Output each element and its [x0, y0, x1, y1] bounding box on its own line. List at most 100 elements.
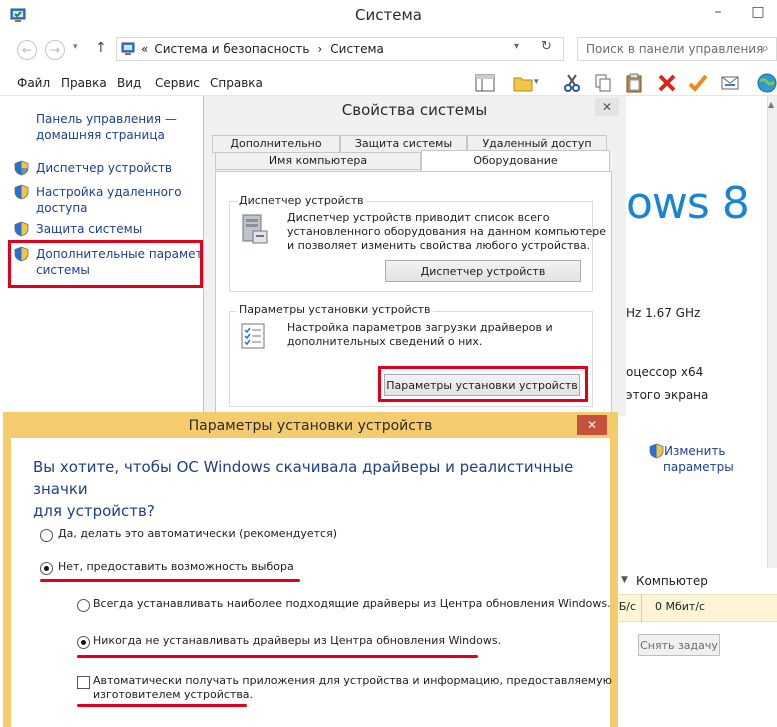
- home-link[interactable]: Панель управления — домашняя страница: [36, 111, 177, 143]
- change-settings-line1: Изменить: [664, 444, 726, 458]
- end-task-button[interactable]: Снять задачу: [638, 634, 720, 656]
- forward-button[interactable]: →: [45, 40, 65, 60]
- breadcrumb-security[interactable]: Система и безопасность: [154, 42, 309, 56]
- link-remote-line2: доступа: [36, 201, 88, 215]
- display-info: этого экрана: [626, 388, 709, 402]
- arrow-up-icon: ↑: [95, 40, 107, 56]
- install-settings-description: Настройка параметров загрузки драйверов …: [287, 321, 553, 349]
- radio-auto[interactable]: [40, 529, 53, 542]
- shield-icon: [649, 443, 664, 459]
- paste-icon[interactable]: [622, 71, 646, 95]
- radio-always-install[interactable]: [77, 599, 90, 612]
- link-protection-label: Защита системы: [36, 222, 143, 236]
- radio-auto-label[interactable]: Да, делать это автоматически (рекомендуе…: [58, 527, 337, 540]
- red-underline: [77, 655, 478, 658]
- back-button[interactable]: ←: [17, 40, 37, 60]
- maximize-button[interactable]: □: [740, 0, 776, 24]
- install-settings-text-line1: Настройка параметров загрузки драйверов …: [287, 321, 553, 334]
- layout-icon[interactable]: [473, 71, 497, 95]
- address-bar[interactable]: « Система и безопасность › Система ▾ ↻: [116, 37, 564, 61]
- computer-label: Компьютер: [636, 574, 708, 588]
- address-chevron: «: [141, 42, 149, 56]
- window-title: Система: [355, 6, 422, 24]
- tab-advanced[interactable]: Дополнительно: [212, 135, 340, 153]
- checkbox-auto-apps-line2: изготовителем устройства.: [93, 688, 254, 701]
- shield-icon: [14, 221, 29, 237]
- refresh-icon[interactable]: ↻: [541, 39, 552, 54]
- home-link-line2: домашняя страница: [36, 128, 165, 142]
- globe-icon[interactable]: [755, 71, 777, 95]
- shield-icon: [14, 160, 29, 176]
- minimize-button[interactable]: –: [700, 0, 736, 24]
- link-remote-line1: Настройка удаленного: [36, 185, 182, 199]
- arrow-left-icon: ←: [21, 43, 33, 57]
- link-remote-settings[interactable]: Настройка удаленного доступа: [36, 184, 182, 216]
- device-manager-description: Диспетчер устройств приводит список всег…: [287, 211, 606, 253]
- breadcrumb-system[interactable]: Система: [330, 42, 384, 56]
- radio-choose[interactable]: [40, 562, 53, 575]
- radio-choose-label[interactable]: Нет, предоставить возможность выбора: [58, 560, 294, 573]
- checkmark-icon[interactable]: [686, 71, 710, 95]
- scrollbar[interactable]: [767, 96, 777, 596]
- link-device-manager[interactable]: Диспетчер устройств: [36, 160, 172, 176]
- device-manager-text-line1: Диспетчер устройств приводит список всег…: [287, 211, 550, 224]
- close-button[interactable]: ✕: [595, 98, 619, 116]
- menu-service[interactable]: Сервис: [155, 76, 200, 90]
- install-settings-text-line2: дополнительных сведений о них.: [287, 335, 483, 348]
- red-highlight-box: [378, 366, 588, 402]
- folder-dropdown-icon[interactable]: ▾: [534, 77, 539, 87]
- tab-computer-name[interactable]: Имя компьютера: [215, 152, 421, 170]
- scroll-up-icon[interactable]: ▲: [768, 100, 774, 109]
- copy-icon[interactable]: [591, 71, 615, 95]
- link-system-protection[interactable]: Защита системы: [36, 221, 142, 237]
- tab-hardware[interactable]: Оборудование: [421, 150, 610, 172]
- dialog-question: Вы хотите, чтобы ОС Windows скачивала др…: [33, 456, 593, 522]
- checkbox-auto-apps[interactable]: [77, 676, 90, 689]
- expand-chevron-icon[interactable]: ▼: [621, 575, 628, 585]
- home-link-line1: Панель управления —: [36, 112, 177, 126]
- change-settings-link[interactable]: Изменить параметры: [663, 443, 734, 475]
- menu-edit[interactable]: Правка: [61, 76, 107, 90]
- cut-icon[interactable]: [560, 71, 584, 95]
- device-manager-button[interactable]: Диспетчер устройств: [385, 260, 581, 282]
- link-device-manager-label: Диспетчер устройств: [36, 161, 173, 175]
- system-properties-title: Свойства системы: [341, 101, 488, 119]
- folder-icon[interactable]: [511, 71, 535, 95]
- radio-never-install[interactable]: [77, 636, 90, 649]
- search-icon[interactable]: ⌕: [762, 41, 769, 56]
- checkbox-auto-apps-line1: Автоматически получать приложения для ус…: [93, 674, 612, 687]
- red-highlight-box: [8, 240, 203, 288]
- dialog-question-line2: для устройств?: [33, 502, 155, 520]
- up-button[interactable]: ↑: [95, 40, 107, 56]
- delete-icon[interactable]: [655, 71, 679, 95]
- dropdown-chevron-icon[interactable]: ▾: [514, 41, 519, 52]
- recent-pages-chevron-icon[interactable]: ▾: [73, 42, 78, 52]
- device-manager-icon: [237, 211, 273, 247]
- change-settings-line2: параметры: [663, 460, 734, 474]
- menu-help[interactable]: Справка: [210, 76, 263, 90]
- arrow-right-icon: →: [49, 43, 61, 57]
- install-settings-group-label: Параметры установки устройств: [237, 303, 433, 316]
- radio-always-install-label[interactable]: Всегда устанавливать наиболее подходящие…: [93, 597, 611, 610]
- checkbox-auto-apps-label[interactable]: Автоматически получать приложения для ус…: [93, 674, 612, 702]
- close-button[interactable]: ✕: [577, 415, 607, 435]
- breadcrumb-separator[interactable]: ›: [317, 42, 322, 56]
- menu-file[interactable]: Файл: [17, 76, 50, 90]
- device-manager-text-line2: установленного оборудования на данном ко…: [287, 225, 606, 238]
- processor-type: оцессор x64: [626, 365, 704, 379]
- cpu-speed: Hz 1.67 GHz: [626, 306, 701, 320]
- radio-never-install-label[interactable]: Никогда не устанавливать драйверы из Цен…: [93, 634, 501, 647]
- device-manager-text-line3: и позволяет изменить свойства любого уст…: [287, 239, 591, 252]
- control-panel-icon: [121, 42, 135, 56]
- shield-icon: [14, 184, 29, 200]
- search-input[interactable]: Поиск в панели управления: [577, 37, 777, 61]
- red-underline: [77, 704, 247, 707]
- network-speed: 0 Мбит/с: [655, 600, 706, 613]
- network-speed-partial: Б/с: [618, 600, 636, 613]
- column-divider: [641, 594, 642, 622]
- windows-logo-text: ows 8: [626, 178, 750, 229]
- checklist-icon: [239, 322, 267, 350]
- dialog-question-line1: Вы хотите, чтобы ОС Windows скачивала др…: [33, 458, 574, 498]
- menu-view[interactable]: Вид: [117, 76, 141, 90]
- mail-icon[interactable]: [718, 71, 742, 95]
